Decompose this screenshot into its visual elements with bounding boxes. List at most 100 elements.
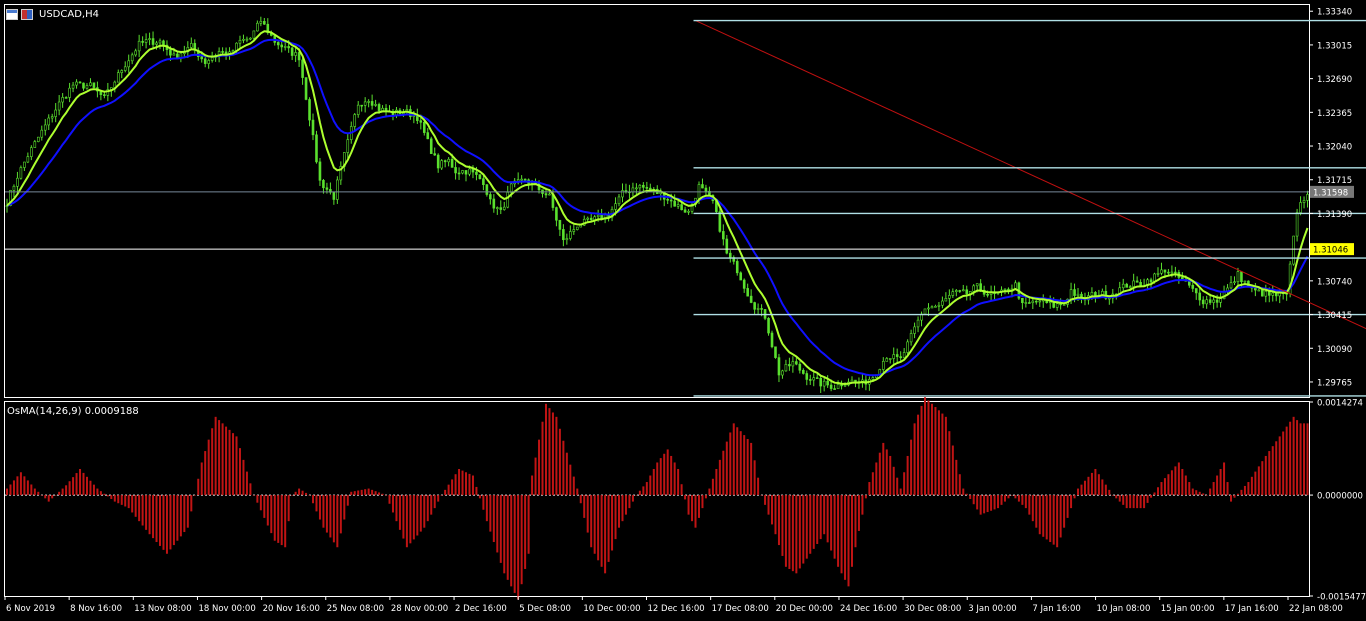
osma-bar (864, 495, 867, 499)
osma-bar (736, 427, 739, 496)
candle-body (238, 40, 242, 44)
osma-bar (1028, 495, 1031, 515)
osma-bar (524, 495, 527, 569)
candle-body (742, 279, 746, 289)
osma-bar (604, 495, 607, 574)
candle-body (374, 104, 377, 106)
candle (802, 368, 805, 375)
candle-body (509, 183, 513, 193)
candle (221, 47, 224, 55)
osma-bar (1132, 495, 1135, 509)
osma-bar (548, 408, 551, 496)
candle-body (468, 168, 471, 175)
candle-body (631, 187, 635, 193)
osma-bar (1122, 495, 1125, 505)
candle-body (318, 161, 322, 181)
candle-body (1292, 235, 1295, 265)
osma-bar (367, 488, 370, 496)
osma-bar (642, 486, 645, 496)
candle-body (902, 352, 906, 359)
candle-body (1139, 282, 1142, 286)
osma-bar (398, 495, 401, 530)
osma-bar (889, 455, 892, 496)
osma-pane-frame (4, 401, 1310, 597)
fib-trend-line[interactable] (695, 20, 1366, 396)
osma-bar (774, 495, 777, 535)
time-tick-label: 30 Dec 08:00 (904, 604, 961, 614)
candle-body (1219, 298, 1222, 303)
osma-bar (1035, 495, 1038, 528)
candle-body (287, 46, 290, 49)
candle-body (1201, 299, 1205, 305)
candle (840, 380, 843, 390)
candle-body (290, 47, 294, 56)
candle (777, 353, 781, 383)
candle-body (280, 44, 284, 48)
osma-bar (972, 495, 975, 505)
candle-body (1034, 300, 1038, 303)
osma-bar (510, 495, 513, 587)
osma-bar (795, 495, 798, 574)
candle (791, 356, 795, 373)
osma-bar (903, 472, 906, 496)
osma-pane[interactable] (5, 397, 1309, 600)
osma-bar (1104, 484, 1107, 496)
candle-body (203, 58, 207, 64)
chart-window[interactable]: 100.061.850.038.223.60.0 1.315981.310461… (0, 0, 1366, 621)
candle-body (1295, 212, 1299, 237)
candle (868, 376, 871, 391)
osma-bar (218, 420, 221, 496)
candle (290, 47, 294, 61)
candle (767, 317, 770, 336)
candle (899, 351, 902, 362)
osma-bar (214, 416, 217, 496)
osma-bar (958, 474, 961, 496)
osma-bar (583, 495, 586, 518)
candle-body (381, 107, 384, 111)
osma-bar (336, 495, 339, 548)
osma-bar (1198, 491, 1201, 496)
candle (485, 184, 489, 197)
osma-bar (673, 462, 676, 496)
candle-body (1212, 299, 1215, 303)
candle (826, 375, 829, 388)
time-tick-label: 17 Jan 16:00 (1225, 604, 1279, 614)
candle-body (1194, 288, 1198, 294)
osma-bar (499, 495, 502, 563)
axes: 1.31598 1.31046 1.33340 1.33015 1.32690 1.323… (4, 8, 1366, 614)
candle (934, 304, 937, 308)
candle (1135, 276, 1139, 283)
osma-bar (280, 495, 283, 546)
candle (1306, 190, 1309, 208)
candle (457, 167, 461, 180)
osma-bar (176, 495, 179, 541)
candle-body (593, 216, 596, 221)
candle-body (82, 82, 85, 89)
osma-bar (882, 442, 885, 496)
osma-bar (652, 468, 655, 496)
candle-body (1187, 280, 1191, 286)
candle-body (242, 38, 245, 41)
candle-body (1055, 303, 1059, 308)
candle-body (151, 38, 155, 45)
osma-bar (482, 495, 485, 510)
candle-body (979, 283, 982, 291)
candle-body (123, 66, 127, 71)
time-tick-label: 5 Dec 08:00 (519, 604, 571, 614)
candle-body (781, 370, 784, 376)
candle (353, 113, 357, 132)
osma-bar (40, 495, 43, 496)
candle-body (749, 295, 753, 303)
osma-bar (1094, 468, 1097, 496)
osma-bar (586, 495, 589, 533)
chart-canvas[interactable]: 100.061.850.038.223.60.0 1.315981.310461… (0, 0, 1366, 621)
candle (812, 371, 816, 387)
main-pane[interactable]: 100.061.850.038.223.60.0 (5, 11, 1366, 397)
osma-bar (579, 495, 582, 504)
candle (103, 92, 106, 99)
price-tick-label: 1.30740 (1317, 277, 1352, 287)
osma-bar (531, 475, 534, 496)
osma-bar (1150, 495, 1153, 498)
osma-bar (1059, 495, 1062, 538)
osma-bar (152, 495, 155, 539)
